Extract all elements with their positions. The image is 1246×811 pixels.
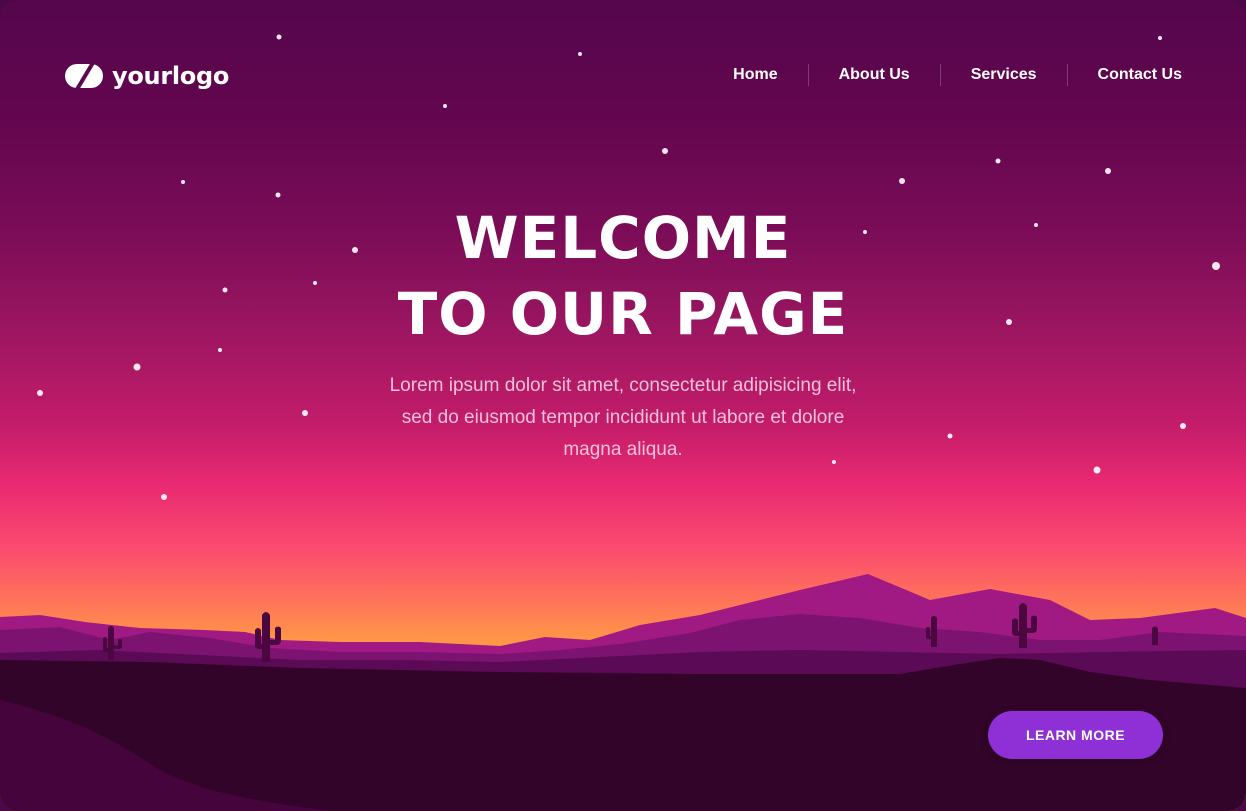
hero-title-line-1: WELCOME bbox=[454, 204, 792, 272]
nav-item-services[interactable]: Services bbox=[971, 64, 1037, 86]
nav-item-home[interactable]: Home bbox=[733, 64, 777, 86]
hero-description-line-2: sed do eiusmod tempor incididunt ut labo… bbox=[401, 407, 845, 428]
leaf-slash-icon bbox=[65, 60, 103, 92]
nav-divider bbox=[1066, 64, 1068, 86]
hero-title-line-2: TO OUR PAGE bbox=[397, 280, 849, 348]
nav-item-about-us[interactable]: About Us bbox=[839, 64, 910, 86]
hero-description: Lorem ipsum dolor sit amet, consectetur … bbox=[0, 370, 1246, 466]
nav-item-contact-us[interactable]: Contact Us bbox=[1098, 64, 1182, 86]
main-nav: Home About Us Services Contact Us bbox=[733, 64, 1182, 86]
logo[interactable]: yourlogo bbox=[64, 60, 229, 92]
hero-description-line-3: magna aliqua. bbox=[563, 439, 683, 460]
learn-more-button[interactable]: LEARN MORE bbox=[988, 711, 1163, 759]
hero-title: WELCOME TO OUR PAGE bbox=[0, 200, 1246, 352]
landing-page: yourlogo Home About Us Services Contact … bbox=[0, 0, 1246, 811]
nav-divider bbox=[807, 64, 809, 86]
logo-text: yourlogo bbox=[112, 62, 230, 90]
nav-divider bbox=[939, 64, 941, 86]
hero-description-line-1: Lorem ipsum dolor sit amet, consectetur … bbox=[389, 375, 857, 396]
